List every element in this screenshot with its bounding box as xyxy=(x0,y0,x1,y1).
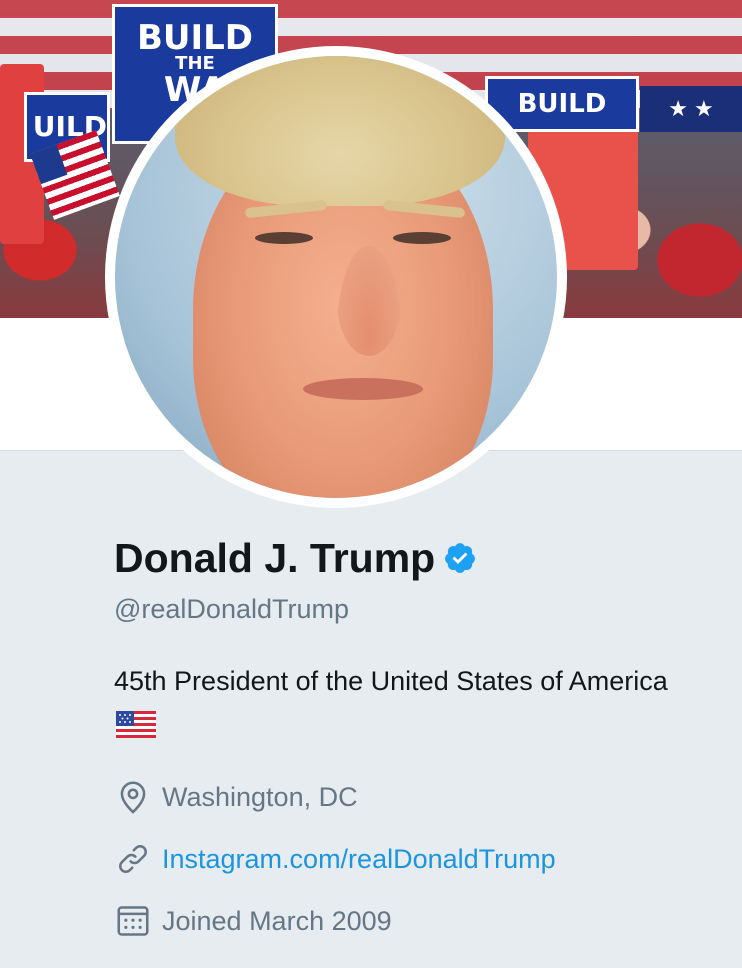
banner-sign-text: BUILD xyxy=(136,18,254,58)
profile-name-row: Donald J. Trump xyxy=(114,532,477,584)
avatar-mouth xyxy=(303,378,423,400)
profile-handle[interactable]: @realDonaldTrump xyxy=(114,592,349,626)
avatar-eye xyxy=(393,232,451,244)
calendar-icon xyxy=(117,906,149,936)
profile-website-link[interactable]: Instagram.com/realDonaldTrump xyxy=(162,841,556,877)
verified-badge-icon xyxy=(445,543,476,573)
profile-joined-row: Joined March 2009 xyxy=(114,902,392,940)
profile-location: Washington, DC xyxy=(162,782,358,812)
avatar-nose xyxy=(337,246,401,356)
link-icon xyxy=(119,845,147,873)
banner-sign-text: BUILD xyxy=(517,89,607,119)
location-pin-icon xyxy=(120,781,146,814)
profile-location-row: Washington, DC xyxy=(114,778,358,816)
banner-stars-text: ★ ★ xyxy=(668,96,714,121)
profile-avatar[interactable] xyxy=(105,46,567,508)
profile-page: UILD BUILD THE WA BUILD ★ ★ Donald J. Tr… xyxy=(0,0,742,968)
banner-stars: ★ ★ xyxy=(640,86,742,132)
profile-bio: 45th President of the United States of A… xyxy=(114,659,674,747)
avatar-eye xyxy=(255,232,313,244)
avatar-photo xyxy=(115,56,557,498)
profile-joined-date: Joined March 2009 xyxy=(162,906,392,936)
profile-website-row: Instagram.com/realDonaldTrump xyxy=(114,840,556,878)
us-flag-emoji-icon xyxy=(116,711,156,738)
profile-bio-text: 45th President of the United States of A… xyxy=(114,666,668,696)
profile-name[interactable]: Donald J. Trump xyxy=(114,532,435,584)
avatar-hair xyxy=(175,56,505,206)
